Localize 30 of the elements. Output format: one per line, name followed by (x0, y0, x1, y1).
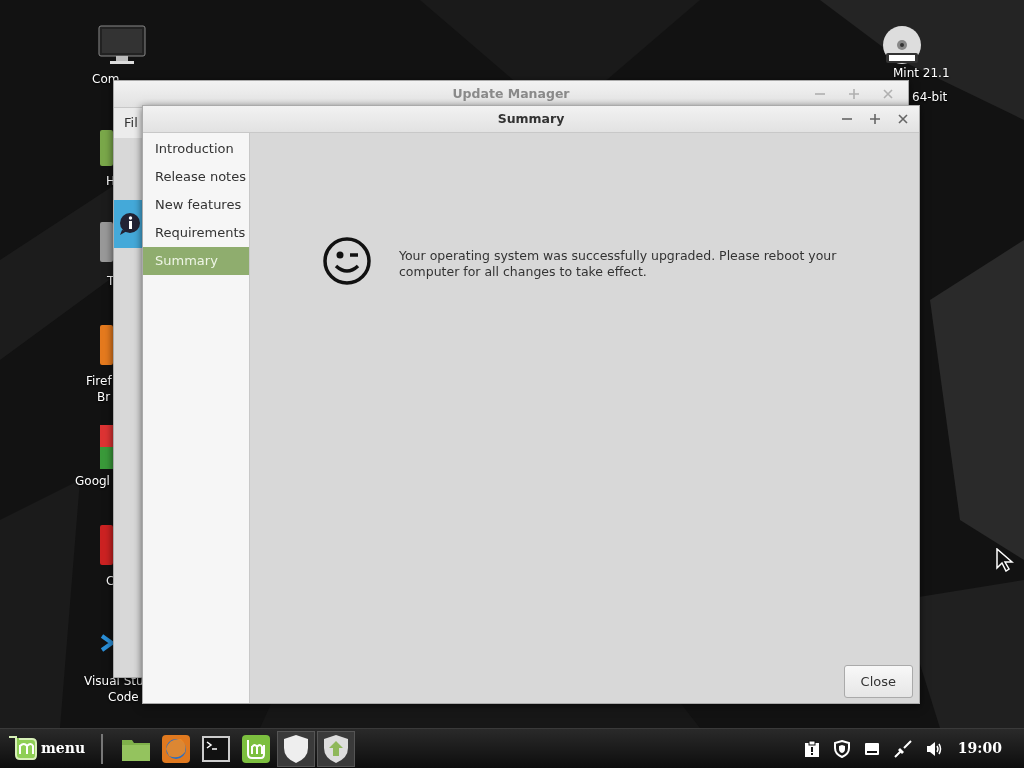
plug-icon[interactable] (893, 739, 912, 758)
sidebar-item[interactable]: Introduction (143, 135, 249, 163)
icon-label: Mint 21.1 (893, 66, 950, 81)
monitor-icon[interactable] (98, 25, 146, 65)
window-title: Update Manager (452, 84, 570, 103)
info-icon (118, 211, 140, 236)
winking-face-icon (322, 236, 372, 286)
icon-label: Br (97, 390, 111, 405)
icon-label: Googl (75, 474, 110, 489)
window-title: Summary (497, 109, 565, 128)
icon-label: Com (92, 72, 120, 87)
menu-item[interactable]: Fil (124, 113, 138, 133)
clock[interactable]: 19:00 (957, 738, 1002, 759)
clipboard-icon[interactable] (803, 739, 820, 758)
icon-label: C (106, 574, 115, 589)
message-text: Your operating system was successfully upgraded. Please reboot your computer for all changes to take effect. (399, 248, 838, 280)
sidebar-item[interactable]: New features (143, 191, 249, 219)
icon-label: Code (108, 690, 139, 705)
icon-label: 64-bit (912, 90, 948, 105)
cursor-icon (996, 548, 1014, 572)
icon-label: Firef (86, 374, 112, 389)
update-icon[interactable] (317, 730, 356, 767)
sidebar-item[interactable]: Requirements (143, 219, 249, 247)
display-icon[interactable] (863, 741, 880, 756)
shield-icon[interactable] (277, 730, 316, 767)
mint-logo-icon (8, 734, 38, 763)
close-button[interactable]: Close (843, 664, 913, 698)
sidebar-item[interactable]: Release notes (143, 163, 249, 191)
menu-button[interactable]: menu (8, 734, 86, 763)
volume-icon[interactable] (925, 740, 944, 757)
